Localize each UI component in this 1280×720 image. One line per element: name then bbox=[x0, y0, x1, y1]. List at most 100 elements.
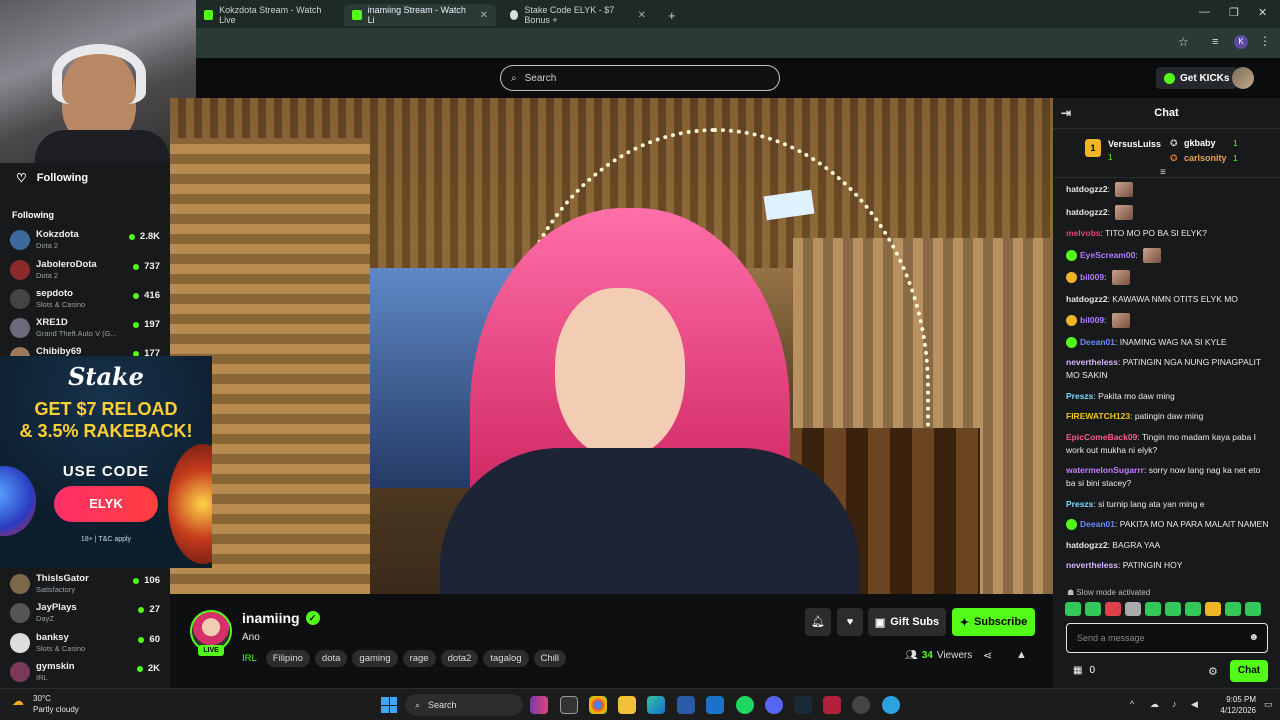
chat-username[interactable]: hatdogzz2 bbox=[1066, 540, 1108, 550]
sidebar-channel[interactable]: gymskin IRL 2K bbox=[10, 658, 160, 686]
microphone-icon[interactable]: ♪ bbox=[1172, 699, 1177, 709]
edge-icon[interactable] bbox=[647, 696, 665, 714]
chat-username[interactable]: watermelonSugarrr bbox=[1066, 465, 1144, 475]
network-icon[interactable]: ☁ bbox=[1150, 699, 1159, 710]
telegram-icon[interactable] bbox=[882, 696, 900, 714]
chat-username[interactable]: hatdogzz2 bbox=[1066, 206, 1108, 216]
close-icon[interactable]: ✕ bbox=[638, 10, 646, 21]
file-explorer-icon[interactable] bbox=[618, 696, 636, 714]
chat-username[interactable]: EyeScream00 bbox=[1080, 249, 1135, 259]
windows-start-icon[interactable] bbox=[381, 697, 397, 713]
tag[interactable]: tagalog bbox=[483, 650, 529, 667]
sidebar-channel[interactable]: Kokzdota Dota 2 2.8K bbox=[10, 226, 160, 254]
emote-icon[interactable] bbox=[1205, 602, 1221, 616]
chat-input[interactable]: Send a message ☻ bbox=[1066, 623, 1268, 653]
streamer-name[interactable]: inamiing bbox=[242, 610, 300, 626]
steam-icon[interactable] bbox=[794, 696, 812, 714]
chat-username[interactable]: Deean01 bbox=[1080, 337, 1115, 347]
subscribe-button[interactable]: ✦ Subscribe bbox=[952, 608, 1035, 636]
restore-icon[interactable]: ❐ bbox=[1229, 6, 1239, 19]
profile-avatar[interactable]: K bbox=[1234, 35, 1248, 49]
leaderboard-name[interactable]: carlsonity bbox=[1184, 153, 1227, 163]
emote-icon[interactable] bbox=[1065, 602, 1081, 616]
queue-icon[interactable]: ≡ bbox=[1212, 36, 1218, 48]
tab-stake[interactable]: Stake Code ELYK - $7 Bonus + ✕ bbox=[502, 4, 654, 26]
sidebar-channel[interactable]: JaboleroDota Dota 2 737 bbox=[10, 256, 160, 284]
tab-kokzdota[interactable]: Kokzdota Stream - Watch Live bbox=[196, 4, 338, 26]
volume-icon[interactable]: ◀ bbox=[1191, 699, 1198, 710]
clock[interactable]: 9:05 PM 4/12/2026 bbox=[1206, 694, 1256, 716]
new-tab-button[interactable]: + bbox=[660, 4, 684, 26]
chat-username[interactable]: melvobs bbox=[1066, 228, 1101, 238]
tag[interactable]: dota bbox=[314, 650, 348, 667]
video-player[interactable] bbox=[170, 98, 1053, 594]
tab-inamiing[interactable]: inamiing Stream - Watch Li ✕ bbox=[344, 4, 496, 26]
chat-username[interactable]: Preszs bbox=[1066, 391, 1093, 401]
tag[interactable]: Filipino bbox=[265, 650, 310, 667]
emote-icon[interactable] bbox=[1245, 602, 1261, 616]
tag[interactable]: Chill bbox=[533, 650, 567, 667]
collapse-chat-icon[interactable]: ⇥ bbox=[1061, 98, 1071, 128]
bookmark-star-icon[interactable]: ☆ bbox=[1178, 35, 1189, 49]
sidebar-channel[interactable]: banksy Slots & Casino 60 bbox=[10, 629, 160, 657]
report-icon[interactable]: ▲ bbox=[1016, 649, 1027, 661]
emote-icon[interactable] bbox=[1165, 602, 1181, 616]
tag[interactable]: rage bbox=[402, 650, 436, 667]
tag[interactable]: dota2 bbox=[440, 650, 479, 667]
gift-subs-button[interactable]: ▣ Gift Subs bbox=[868, 608, 946, 636]
follow-heart-button[interactable]: ♥ bbox=[837, 608, 863, 636]
expand-icon[interactable]: ≡ bbox=[1160, 167, 1166, 178]
chat-username[interactable]: Preszs bbox=[1066, 499, 1093, 509]
search-input[interactable]: ⌕ Search bbox=[500, 65, 780, 91]
sidebar-channel[interactable]: sepdoto Slots & Casino 416 bbox=[10, 285, 160, 313]
close-icon[interactable]: ✕ bbox=[480, 10, 488, 21]
send-chat-button[interactable]: Chat bbox=[1230, 660, 1268, 682]
close-window-icon[interactable]: ✕ bbox=[1258, 6, 1267, 19]
chrome-icon[interactable] bbox=[589, 696, 607, 714]
menu-icon[interactable]: ⋮ bbox=[1259, 34, 1271, 48]
gear-icon[interactable]: ⚙ bbox=[1208, 665, 1218, 678]
chat-username[interactable]: nevertheless bbox=[1066, 357, 1118, 367]
widgets-icon[interactable] bbox=[530, 696, 548, 714]
chat-username[interactable]: bil009 bbox=[1080, 272, 1104, 282]
chat-username[interactable]: hatdogzz2 bbox=[1066, 184, 1108, 194]
emote-icon[interactable] bbox=[1225, 602, 1241, 616]
emote-icon[interactable] bbox=[1145, 602, 1161, 616]
weather-widget[interactable]: ☁ 30°C Partly cloudy bbox=[10, 693, 79, 715]
discord-icon[interactable] bbox=[765, 696, 783, 714]
ad-code-button[interactable]: ELYK bbox=[54, 486, 158, 522]
user-avatar[interactable] bbox=[1232, 67, 1254, 89]
notification-icon[interactable]: ▭ bbox=[1264, 699, 1273, 710]
task-view-icon[interactable] bbox=[560, 696, 578, 714]
sidebar-channel[interactable]: XRE1D Grand Theft Auto V (G... 197 bbox=[10, 314, 160, 342]
spotify-icon[interactable] bbox=[736, 696, 754, 714]
sidebar-channel[interactable]: JayPlays DayZ 27 bbox=[10, 599, 160, 627]
get-kicks-button[interactable]: Get KICKs bbox=[1156, 67, 1238, 89]
kicks-balance[interactable]: ▦ 0 bbox=[1073, 665, 1095, 676]
emote-icon[interactable] bbox=[1185, 602, 1201, 616]
emoji-icon[interactable]: ☻ bbox=[1248, 632, 1259, 643]
emote-icon[interactable] bbox=[1085, 602, 1101, 616]
notification-bell-button[interactable]: 🔔︎ bbox=[805, 608, 831, 636]
emote-icon[interactable] bbox=[1125, 602, 1141, 616]
leaderboard-name[interactable]: VersusLuiss bbox=[1108, 139, 1161, 149]
leaderboard-name[interactable]: gkbaby bbox=[1184, 138, 1216, 148]
chat-username[interactable]: EpicComeBack09 bbox=[1066, 432, 1137, 442]
tray-chevron-icon[interactable]: ^ bbox=[1130, 699, 1134, 709]
chat-username[interactable]: Deean01 bbox=[1080, 519, 1115, 529]
chat-username[interactable]: hatdogzz2 bbox=[1066, 294, 1108, 304]
obs-icon[interactable] bbox=[852, 696, 870, 714]
chat-username[interactable]: FIREWATCH123 bbox=[1066, 411, 1130, 421]
chat-username[interactable]: nevertheless bbox=[1066, 560, 1118, 570]
stake-ad[interactable]: Stake GET $7 RELOAD & 3.5% RAKEBACK! USE… bbox=[0, 356, 212, 568]
taskbar-search[interactable]: ⌕ Search bbox=[405, 694, 523, 716]
minimize-icon[interactable]: — bbox=[1199, 6, 1210, 18]
following-toggle[interactable]: ♡ Following bbox=[0, 163, 170, 193]
share-icon[interactable]: ⋖ bbox=[983, 649, 992, 662]
app-icon[interactable] bbox=[823, 696, 841, 714]
category-link[interactable]: IRL bbox=[242, 653, 257, 664]
calculator-icon[interactable] bbox=[677, 696, 695, 714]
tag[interactable]: gaming bbox=[352, 650, 398, 667]
emote-icon[interactable] bbox=[1105, 602, 1121, 616]
sidebar-channel[interactable]: ThisIsGator Satisfactory 106 bbox=[10, 570, 160, 598]
